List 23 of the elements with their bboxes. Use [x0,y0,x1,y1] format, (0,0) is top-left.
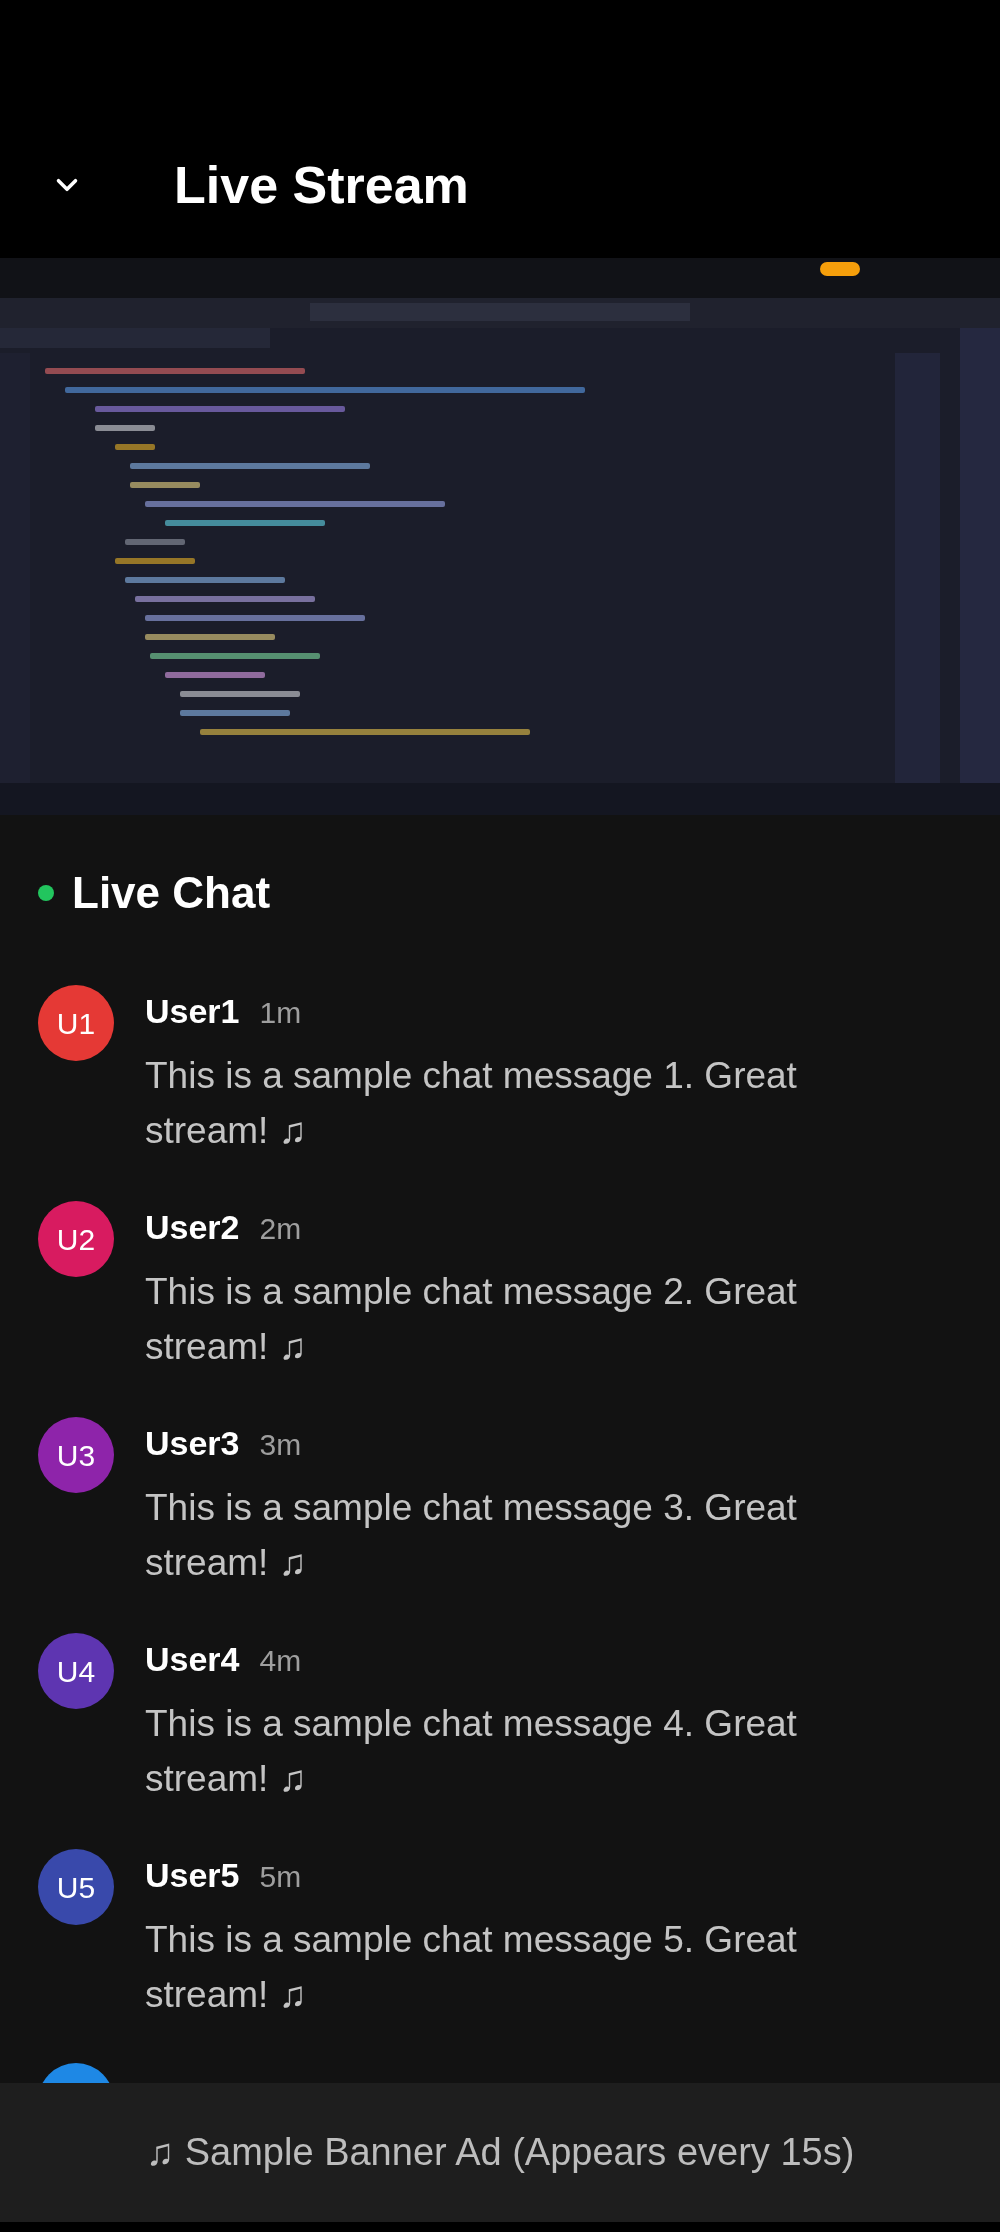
username: User4 [145,1639,240,1680]
chat-title: Live Chat [72,871,271,915]
chat-message: This is a sample chat message 5. Great stream! ♫ [145,1918,798,2017]
user-avatar: U4 [38,1633,114,1709]
username: User1 [145,991,240,1032]
username: User5 [145,1855,240,1896]
message-time: 2m [259,1211,302,1247]
user-avatar: U1 [38,985,114,1061]
user-avatar: U5 [38,1849,114,1925]
username: User3 [145,1423,240,1464]
chat-message: This is a sample chat message 3. Great stream! ♫ [145,1486,798,1585]
user-avatar: U3 [38,1417,114,1493]
chat-message: This is a sample chat message 2. Great stream! ♫ [145,1270,798,1369]
page-title: Live Stream [174,159,469,211]
message-time: 5m [259,1859,302,1895]
message-time: 1m [259,995,302,1031]
user-avatar: U2 [38,1201,114,1277]
username: User2 [145,1207,240,1248]
chat-message: This is a sample chat message 4. Great stream! ♫ [145,1702,798,1801]
chat-message: This is a sample chat message 1. Great stream! ♫ [145,1054,798,1153]
message-time: 4m [259,1643,302,1679]
banner-ad[interactable]: ♫ Sample Banner Ad (Appears every 15s) [0,2083,1000,2222]
message-time: 3m [259,1427,302,1463]
